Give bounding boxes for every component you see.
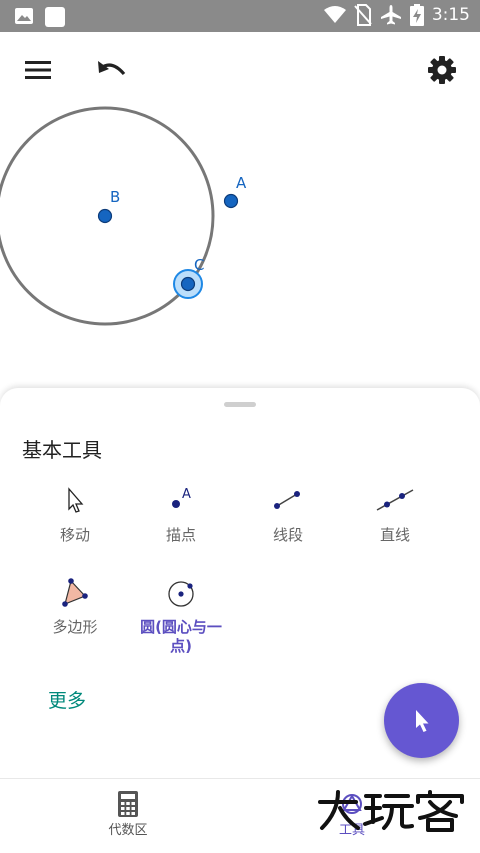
image-icon bbox=[15, 8, 33, 24]
move-arrow-icon bbox=[68, 487, 84, 513]
line-icon bbox=[376, 489, 414, 511]
tools-panel-title: 基本工具 bbox=[22, 438, 102, 462]
cursor-arrow-icon bbox=[415, 709, 428, 732]
svg-text:A: A bbox=[182, 487, 191, 502]
tool-circle-center-point[interactable]: 圆(圆心与一点) bbox=[131, 576, 231, 656]
tool-polygon-label: 多边形 bbox=[52, 618, 98, 636]
point-a[interactable] bbox=[223, 193, 239, 209]
polygon-icon bbox=[62, 578, 88, 607]
tool-polygon[interactable]: 多边形 bbox=[25, 576, 125, 637]
circle-center-point-icon bbox=[168, 581, 194, 607]
point-icon: A bbox=[172, 487, 191, 508]
tool-segment-label: 线段 bbox=[272, 526, 303, 544]
watermark-logo bbox=[318, 790, 464, 832]
point-a-label: A bbox=[236, 174, 247, 192]
calculator-icon bbox=[118, 791, 138, 817]
point-c-label: C bbox=[194, 256, 204, 274]
segment-icon bbox=[274, 491, 300, 509]
menu-icon bbox=[25, 61, 51, 79]
geometry-canvas[interactable]: B A C bbox=[0, 90, 480, 390]
tool-line[interactable]: 直线 bbox=[345, 484, 445, 545]
point-b-label: B bbox=[110, 188, 120, 206]
notification-square-icon bbox=[45, 7, 65, 27]
point-b[interactable] bbox=[97, 208, 113, 224]
settings-icon bbox=[428, 56, 456, 84]
point-c[interactable] bbox=[180, 276, 196, 292]
undo-icon bbox=[98, 61, 126, 76]
wifi-icon bbox=[323, 6, 346, 23]
battery-charging-icon bbox=[409, 4, 424, 26]
menu-button[interactable] bbox=[20, 52, 56, 88]
tool-circle-label: 圆(圆心与一点) bbox=[140, 618, 222, 655]
tool-point-label: 描点 bbox=[165, 526, 196, 544]
drag-handle[interactable] bbox=[224, 402, 256, 407]
nav-algebra-label: 代数区 bbox=[108, 823, 148, 838]
tool-move[interactable]: 移动 bbox=[25, 484, 125, 545]
tool-segment[interactable]: 线段 bbox=[238, 484, 338, 545]
tool-move-label: 移动 bbox=[59, 526, 90, 544]
clock: 3:15 bbox=[431, 5, 470, 25]
status-bar: 3:15 bbox=[0, 0, 480, 32]
tool-point[interactable]: A 描点 bbox=[131, 484, 231, 545]
more-tools-link[interactable]: 更多 bbox=[48, 686, 86, 713]
nav-algebra[interactable]: 代数区 bbox=[68, 791, 188, 838]
tool-line-label: 直线 bbox=[379, 526, 410, 544]
undo-button[interactable] bbox=[94, 52, 130, 88]
no-sim-icon bbox=[354, 4, 372, 26]
mode-fab-button[interactable] bbox=[384, 683, 459, 758]
settings-button[interactable] bbox=[424, 52, 460, 88]
airplane-icon bbox=[380, 5, 401, 25]
